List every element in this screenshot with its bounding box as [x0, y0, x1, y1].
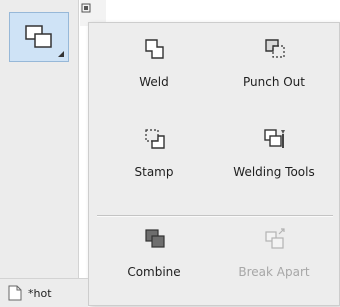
welding-tools-label: Welding Tools — [233, 165, 315, 179]
punch-out-icon — [265, 39, 285, 58]
menu-separator — [97, 215, 333, 217]
stamp-menu-item[interactable]: Stamp — [99, 121, 209, 189]
left-toolbar — [0, 0, 79, 306]
stamp-icon — [145, 129, 165, 149]
shaping-flyout-menu: Weld Punch Out Stamp Welding Tools Combi… — [88, 22, 340, 306]
weld-menu-item[interactable]: Weld — [99, 31, 209, 99]
combine-menu-item[interactable]: Combine — [99, 221, 209, 289]
combine-label: Combine — [127, 265, 181, 279]
weld-label: Weld — [139, 75, 169, 89]
weld-icon — [145, 39, 164, 59]
stamp-label: Stamp — [134, 165, 174, 179]
flyout-indicator-icon — [58, 51, 64, 57]
document-name: *hot — [28, 287, 52, 300]
punch-out-menu-item[interactable]: Punch Out — [219, 31, 329, 99]
document-icon — [8, 285, 22, 301]
welding-tools-menu-item[interactable]: Welding Tools — [219, 121, 329, 189]
shaping-tool-button[interactable] — [9, 12, 69, 62]
document-tab[interactable]: *hot — [0, 278, 88, 307]
break-apart-icon — [265, 228, 285, 249]
break-apart-menu-item: Break Apart — [219, 221, 329, 289]
combine-icon — [145, 229, 165, 248]
welding-tools-icon — [264, 129, 285, 148]
shaping-icon — [25, 25, 52, 48]
break-apart-label: Break Apart — [238, 265, 310, 279]
punch-out-label: Punch Out — [242, 75, 305, 89]
